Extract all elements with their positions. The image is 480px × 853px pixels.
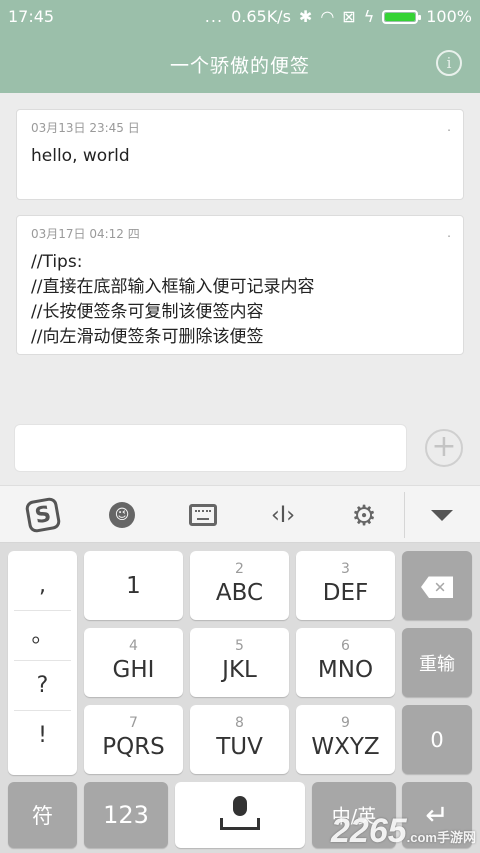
charging-icon: ϟ (363, 7, 375, 26)
info-button[interactable]: i (436, 50, 462, 76)
keyboard-icon[interactable] (173, 486, 233, 544)
note-input[interactable] (14, 424, 407, 472)
page-title: 一个骄傲的便签 (169, 55, 310, 77)
reenter-key[interactable]: 重输 (402, 628, 472, 697)
toolbar-divider (404, 492, 405, 538)
keyboard-toolbar: S 😉 ‹I› ⚙ (0, 485, 480, 543)
punct-key-comma[interactable]: , (14, 561, 71, 611)
note-menu-dot[interactable]: . (447, 120, 451, 134)
app-bar: 17:45 ... 0.65K/s ✱ ◠ ⊠ ϟ 100% 一个骄傲的便签 i (0, 0, 480, 93)
numbers-key[interactable]: 123 (84, 782, 168, 848)
collapse-icon[interactable] (412, 486, 472, 544)
no-sim-icon: ⊠ (342, 7, 356, 26)
cursor-icon[interactable]: ‹I› (253, 486, 313, 544)
key-0[interactable]: 0 (402, 705, 472, 774)
key-wxyz[interactable]: 9 WXYZ (296, 705, 395, 774)
network-speed: 0.65K/s (231, 7, 291, 26)
status-dots: ... (204, 7, 224, 26)
symbols-key[interactable]: 符 (8, 782, 77, 848)
status-bar: 17:45 ... 0.65K/s ✱ ◠ ⊠ ϟ 100% (0, 0, 480, 34)
note-menu-dot[interactable]: . (447, 226, 451, 240)
status-time: 17:45 (8, 7, 55, 26)
backspace-icon: ✕ (421, 576, 453, 598)
voice-space-key[interactable] (175, 782, 305, 848)
status-right: ... 0.65K/s ✱ ◠ ⊠ ϟ 100% (205, 7, 472, 26)
emoji-icon[interactable]: 😉 (92, 486, 152, 544)
sogou-logo-icon[interactable]: S (13, 486, 73, 544)
bluetooth-icon: ✱ (298, 7, 313, 26)
punct-key-question[interactable]: ? (14, 661, 71, 711)
battery-percent: 100% (426, 7, 472, 26)
note-date: 03月17日 04:12 四 (31, 227, 140, 241)
punct-key-exclaim[interactable]: ! (14, 711, 71, 761)
backspace-key[interactable]: ✕ (402, 551, 472, 620)
key-1[interactable]: 1 (84, 551, 183, 620)
note-text: //Tips: //直接在底部输入框输入便可记录内容 //长按便签条可复制该便签… (31, 252, 315, 347)
watermark: 2265.com手游网 (331, 812, 476, 850)
add-note-button[interactable]: + (425, 429, 463, 467)
key-abc[interactable]: 2 ABC (190, 551, 289, 620)
punct-key-period[interactable]: 。 (14, 611, 71, 661)
key-jkl[interactable]: 5 JKL (190, 628, 289, 697)
note-card[interactable]: 03月13日 23:45 日 . hello, world (16, 109, 464, 200)
key-mno[interactable]: 6 MNO (296, 628, 395, 697)
note-date: 03月13日 23:45 日 (31, 121, 140, 135)
note-text: hello, world (31, 146, 130, 166)
gear-icon[interactable]: ⚙ (334, 486, 394, 544)
battery-icon (382, 9, 422, 24)
microphone-icon (175, 796, 305, 830)
key-tuv[interactable]: 8 TUV (190, 705, 289, 774)
wifi-icon: ◠ (320, 7, 335, 26)
key-def[interactable]: 3 DEF (296, 551, 395, 620)
note-card[interactable]: 03月17日 04:12 四 . //Tips: //直接在底部输入框输入便可记… (16, 215, 464, 355)
punctuation-column: , 。 ? ! (8, 551, 77, 775)
keyboard: , 。 ? ! 1 2 ABC 3 DEF ✕ 4 GHI 5 JKL 6 MN… (0, 543, 480, 853)
battery-fill (385, 12, 416, 21)
key-ghi[interactable]: 4 GHI (84, 628, 183, 697)
key-pqrs[interactable]: 7 PQRS (84, 705, 183, 774)
